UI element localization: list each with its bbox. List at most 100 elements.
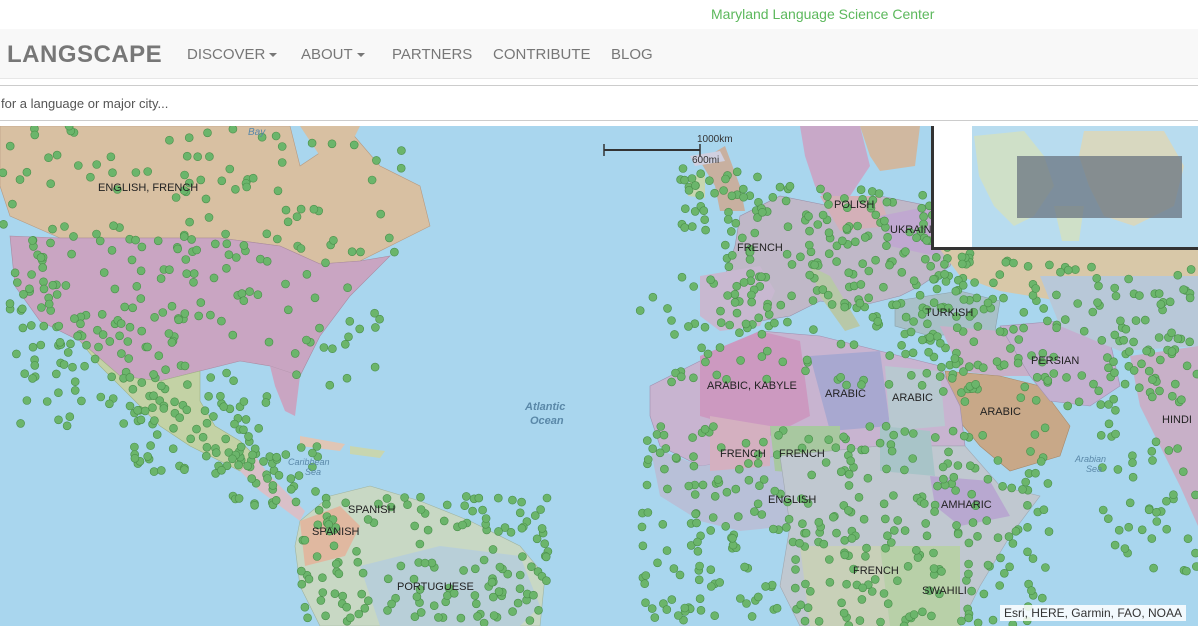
language-point[interactable] xyxy=(857,595,867,604)
language-point[interactable] xyxy=(911,545,921,555)
language-point[interactable] xyxy=(787,291,796,301)
language-point[interactable] xyxy=(410,521,420,531)
language-point[interactable] xyxy=(757,510,767,519)
language-point[interactable] xyxy=(28,236,37,245)
language-point[interactable] xyxy=(1026,447,1035,456)
language-point[interactable] xyxy=(63,348,73,357)
language-point[interactable] xyxy=(458,520,467,530)
language-point[interactable] xyxy=(897,341,906,350)
language-point[interactable] xyxy=(735,328,744,337)
language-point[interactable] xyxy=(844,481,854,490)
language-point[interactable] xyxy=(892,300,901,310)
language-point[interactable] xyxy=(274,470,284,480)
language-point[interactable] xyxy=(953,529,963,539)
language-point[interactable] xyxy=(515,508,525,518)
language-point[interactable] xyxy=(918,607,927,617)
language-point[interactable] xyxy=(842,579,851,589)
language-point[interactable] xyxy=(239,397,249,406)
language-point[interactable] xyxy=(353,557,363,567)
language-point[interactable] xyxy=(716,306,725,316)
language-point[interactable] xyxy=(689,452,698,461)
language-point[interactable] xyxy=(642,480,652,490)
language-point[interactable] xyxy=(824,249,834,258)
language-point[interactable] xyxy=(859,514,869,524)
language-point[interactable] xyxy=(1096,430,1106,440)
language-point[interactable] xyxy=(376,209,386,219)
language-point[interactable] xyxy=(846,443,856,453)
language-point[interactable] xyxy=(885,260,894,270)
language-point[interactable] xyxy=(1049,369,1059,378)
language-point[interactable] xyxy=(358,568,368,578)
language-point[interactable] xyxy=(1173,334,1183,343)
language-point[interactable] xyxy=(849,340,859,349)
language-point[interactable] xyxy=(1135,291,1144,300)
language-point[interactable] xyxy=(370,362,380,372)
language-point[interactable] xyxy=(805,586,815,596)
language-point[interactable] xyxy=(1088,307,1098,317)
language-point[interactable] xyxy=(328,344,337,353)
language-point[interactable] xyxy=(1135,383,1144,393)
language-point[interactable] xyxy=(807,470,817,480)
language-point[interactable] xyxy=(879,589,889,598)
language-point[interactable] xyxy=(338,591,348,601)
language-point[interactable] xyxy=(1147,534,1157,543)
language-point[interactable] xyxy=(854,492,864,502)
language-point[interactable] xyxy=(309,204,319,214)
language-point[interactable] xyxy=(923,319,932,329)
language-point[interactable] xyxy=(798,519,807,529)
language-point[interactable] xyxy=(150,416,159,425)
language-point[interactable] xyxy=(832,257,841,266)
language-point[interactable] xyxy=(96,392,106,402)
language-point[interactable] xyxy=(1121,324,1131,334)
language-point[interactable] xyxy=(1016,393,1026,403)
language-point[interactable] xyxy=(1185,337,1194,347)
language-point[interactable] xyxy=(689,373,698,383)
language-point[interactable] xyxy=(648,444,658,454)
language-point[interactable] xyxy=(716,318,726,327)
language-point[interactable] xyxy=(241,415,251,424)
language-point[interactable] xyxy=(643,508,653,517)
language-point[interactable] xyxy=(1152,507,1161,517)
language-point[interactable] xyxy=(420,558,430,568)
language-point[interactable] xyxy=(325,380,335,390)
language-point[interactable] xyxy=(656,422,666,431)
language-point[interactable] xyxy=(46,238,55,248)
language-point[interactable] xyxy=(1149,563,1158,573)
language-point[interactable] xyxy=(842,224,852,233)
language-point[interactable] xyxy=(356,247,365,257)
language-point[interactable] xyxy=(319,343,329,352)
language-point[interactable] xyxy=(16,419,25,428)
language-point[interactable] xyxy=(700,424,710,434)
language-point[interactable] xyxy=(244,432,253,441)
language-point[interactable] xyxy=(175,413,184,423)
language-point[interactable] xyxy=(281,205,291,215)
language-point[interactable] xyxy=(958,281,968,290)
language-point[interactable] xyxy=(741,438,751,448)
language-point[interactable] xyxy=(737,233,747,243)
language-point[interactable] xyxy=(272,234,282,244)
language-point[interactable] xyxy=(181,255,191,264)
language-point[interactable] xyxy=(193,152,202,162)
language-point[interactable] xyxy=(202,418,212,428)
language-point[interactable] xyxy=(345,317,355,326)
language-point[interactable] xyxy=(203,128,212,138)
language-point[interactable] xyxy=(329,236,338,245)
language-point[interactable] xyxy=(882,241,891,250)
language-point[interactable] xyxy=(697,343,706,353)
language-point[interactable] xyxy=(810,260,820,270)
language-point[interactable] xyxy=(759,437,768,447)
language-point[interactable] xyxy=(506,527,516,537)
language-point[interactable] xyxy=(688,433,697,442)
language-point[interactable] xyxy=(836,373,846,382)
language-point[interactable] xyxy=(727,191,737,201)
language-point[interactable] xyxy=(434,613,443,622)
language-point[interactable] xyxy=(170,397,179,407)
language-point[interactable] xyxy=(150,313,159,322)
language-point[interactable] xyxy=(858,259,868,268)
language-point[interactable] xyxy=(130,442,139,452)
language-point[interactable] xyxy=(382,494,392,503)
language-point[interactable] xyxy=(397,146,406,155)
language-point[interactable] xyxy=(781,196,791,206)
language-point[interactable] xyxy=(494,587,504,596)
language-point[interactable] xyxy=(66,339,75,349)
